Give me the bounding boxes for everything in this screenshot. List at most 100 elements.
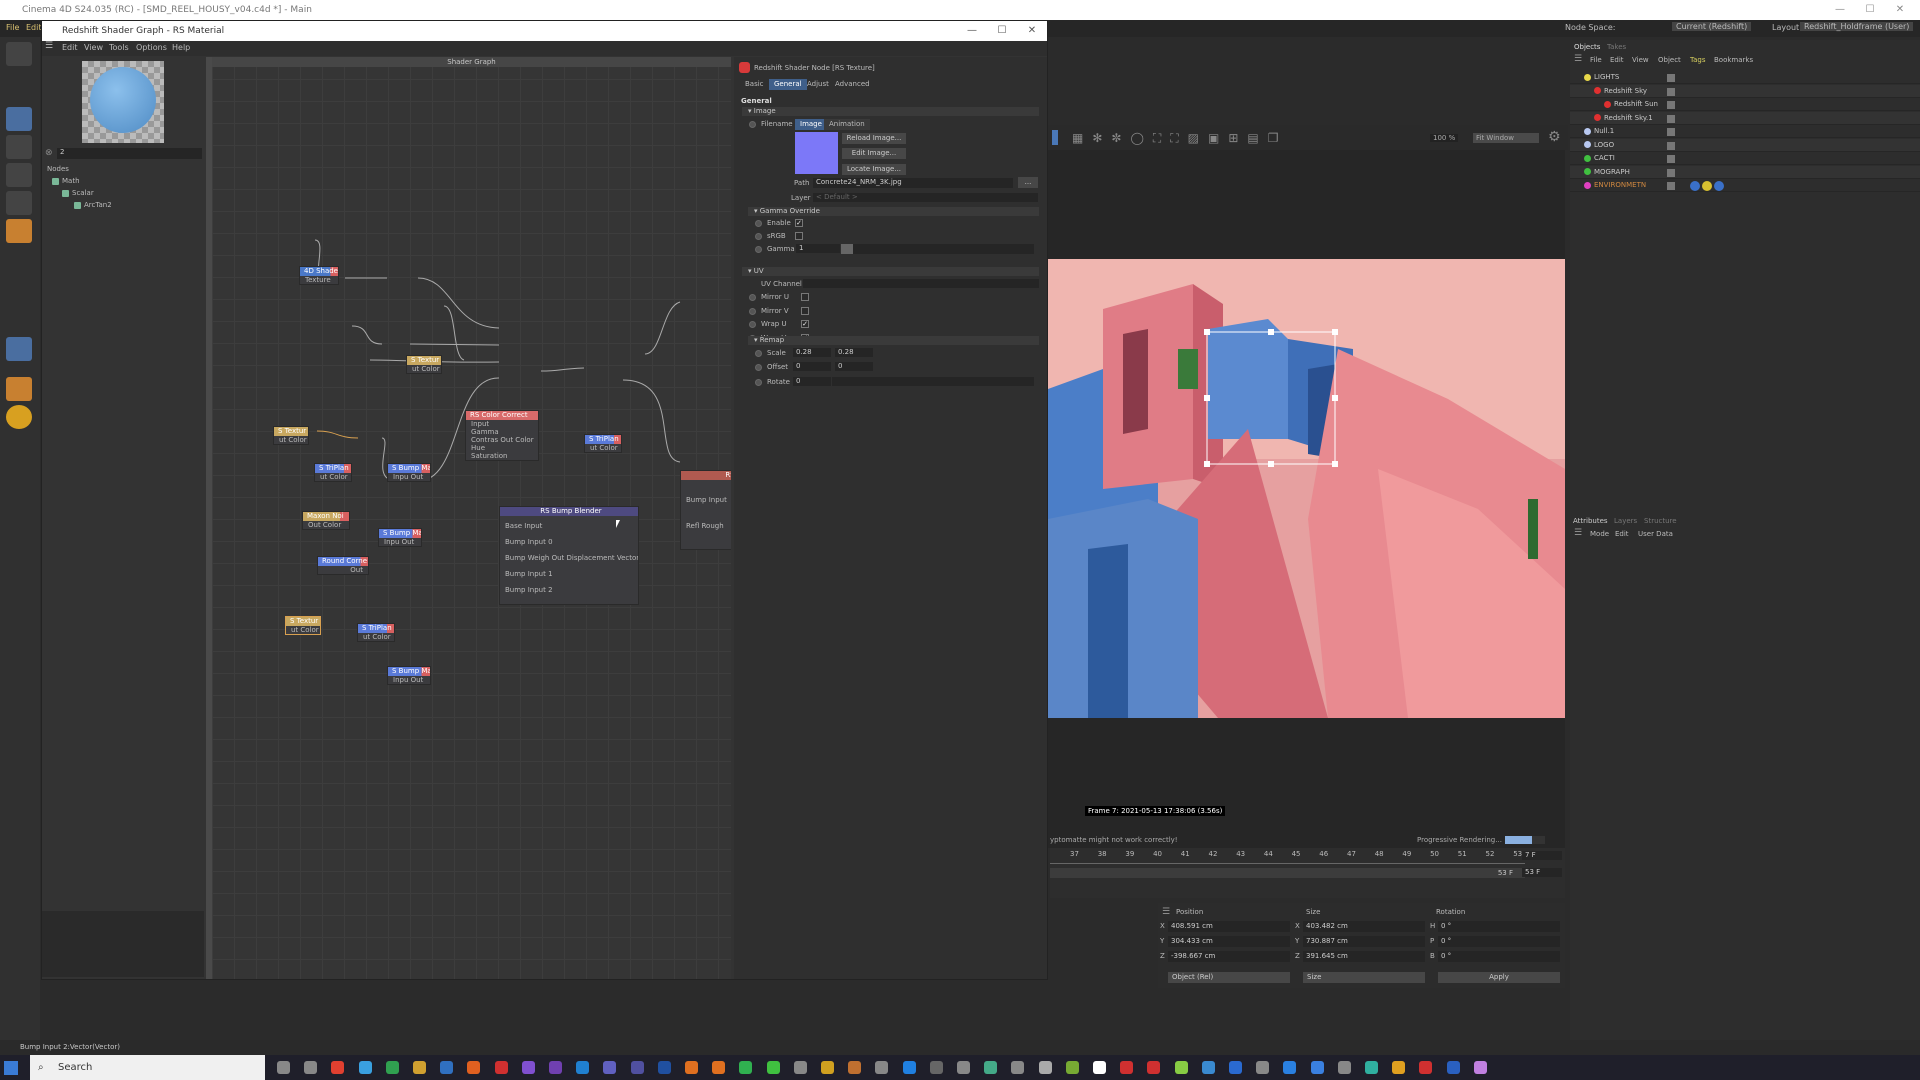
clear-search-icon[interactable]: ⊗ xyxy=(45,148,53,158)
reload-image-button[interactable]: Reload Image... xyxy=(842,133,906,144)
om-menu-item[interactable]: Tags xyxy=(1690,56,1706,64)
taskbar-app-icon[interactable] xyxy=(277,1061,290,1074)
visibility-toggle[interactable] xyxy=(1667,74,1675,82)
om-menu-item[interactable]: View xyxy=(1632,56,1649,64)
taskbar-app-icon[interactable] xyxy=(848,1061,862,1074)
taskbar-app-icon[interactable] xyxy=(576,1061,590,1074)
taskbar-app-icon[interactable] xyxy=(1229,1061,1242,1074)
object-row[interactable]: LOGO xyxy=(1570,138,1920,152)
layer-dropdown[interactable]: < Default > xyxy=(813,193,1038,202)
taskbar-app-icon[interactable] xyxy=(766,1061,780,1074)
node-port[interactable]: Inpu Out xyxy=(388,473,430,481)
node-port[interactable]: Contras Out Color xyxy=(466,436,538,444)
texture-icon[interactable] xyxy=(6,135,32,159)
taskbar-app-icon[interactable] xyxy=(440,1061,454,1074)
taskbar-app-icon[interactable] xyxy=(984,1061,998,1074)
object-row[interactable]: Redshift Sky.1 xyxy=(1570,111,1920,125)
node-triplanar-1[interactable]: S TriPlan ut Color xyxy=(314,463,352,482)
taskbar-app-icon[interactable] xyxy=(1337,1061,1351,1074)
windows-start-icon[interactable] xyxy=(4,1061,18,1075)
apply-button[interactable]: Apply xyxy=(1438,972,1560,983)
taskbar-app-icon[interactable] xyxy=(1174,1061,1188,1074)
animate-radio[interactable] xyxy=(749,121,756,128)
taskbar-app-icon[interactable] xyxy=(358,1061,372,1074)
menu-user-data[interactable]: User Data xyxy=(1638,530,1673,538)
srgb-checkbox[interactable] xyxy=(795,232,803,240)
animate-radio[interactable] xyxy=(755,220,762,227)
taskbar-app-icon[interactable] xyxy=(1201,1061,1215,1074)
visibility-toggle[interactable] xyxy=(1667,128,1675,136)
node-port[interactable]: Out xyxy=(318,566,368,574)
points-icon[interactable] xyxy=(6,163,32,187)
node-texture-1[interactable]: S Textur ut Color xyxy=(406,355,442,374)
tab-basic[interactable]: Basic xyxy=(740,79,769,90)
visibility-toggle[interactable] xyxy=(1667,114,1675,123)
menu-edit[interactable]: Edit xyxy=(62,43,78,52)
menu-edit[interactable]: Edit xyxy=(26,23,42,32)
node-port[interactable]: Bump Input 1 xyxy=(500,570,638,586)
node-port[interactable]: Bump Input 2 xyxy=(500,586,638,602)
taskbar-app-icon[interactable] xyxy=(1283,1061,1297,1074)
gamma-slider[interactable] xyxy=(841,244,1034,254)
node-bump-map-3[interactable]: S Bump Ma Inpu Out xyxy=(387,666,431,685)
node-rs-material[interactable]: RS I Bump InputRefl Rough xyxy=(680,470,731,550)
tab-objects[interactable]: Objects xyxy=(1574,43,1600,51)
pos-value-input[interactable]: -398.667 cm xyxy=(1168,951,1290,962)
subtab-image[interactable]: Image xyxy=(795,119,827,130)
menu-options[interactable]: Options xyxy=(136,43,167,52)
taskbar-app-icon[interactable] xyxy=(549,1061,562,1074)
menu-tools[interactable]: Tools xyxy=(109,43,129,52)
menu-icon[interactable]: ☰ xyxy=(1162,907,1170,917)
taskbar-app-icon[interactable] xyxy=(793,1061,807,1074)
pos-value-input[interactable]: 304.433 cm xyxy=(1168,936,1290,947)
taskbar-app-icon[interactable] xyxy=(603,1061,617,1074)
node-port[interactable]: ut Color xyxy=(407,365,441,373)
taskbar-app-icon[interactable] xyxy=(1011,1061,1025,1074)
om-menu-item[interactable]: Object xyxy=(1658,56,1681,64)
uv-section-header[interactable]: ▾ UV xyxy=(742,267,1039,276)
tree-item-math[interactable]: Math xyxy=(52,177,80,185)
menu-icon[interactable]: ☰ xyxy=(1574,528,1582,538)
menu-help[interactable]: Help xyxy=(172,43,190,52)
snap-icon[interactable] xyxy=(6,337,32,361)
polygons-icon[interactable] xyxy=(6,219,32,243)
object-row[interactable]: CACTI xyxy=(1570,152,1920,165)
end-frame-field[interactable]: 53 F xyxy=(1522,868,1562,877)
taskbar-app-icon[interactable] xyxy=(1310,1061,1324,1074)
node-port[interactable]: Saturation xyxy=(466,452,538,460)
node-port[interactable]: ut Color xyxy=(358,633,394,641)
node-texture-3[interactable]: S Textur ut Color xyxy=(285,616,321,635)
fit-dropdown[interactable]: Fit Window xyxy=(1473,133,1539,143)
animate-radio[interactable] xyxy=(755,350,762,357)
animate-radio[interactable] xyxy=(749,307,756,315)
path-input[interactable]: Concrete24_NRM_3K.jpg xyxy=(813,178,1013,188)
tab-layers[interactable]: Layers xyxy=(1614,517,1637,525)
taskbar-app-icon[interactable] xyxy=(657,1061,671,1074)
frame-range-bar[interactable]: 53 F xyxy=(1050,868,1525,878)
node-4d-shader[interactable]: 4D Shade Texture xyxy=(299,266,339,285)
rotate-input[interactable]: 0 xyxy=(793,377,831,386)
taskbar-app-icon[interactable] xyxy=(1120,1061,1134,1074)
zoom-field[interactable]: 100 % xyxy=(1430,134,1459,142)
cube-icon[interactable] xyxy=(6,107,32,131)
tab-attributes[interactable]: Attributes xyxy=(1573,517,1608,525)
taskbar-app-icon[interactable] xyxy=(467,1061,481,1074)
visibility-toggle[interactable] xyxy=(1667,101,1675,109)
sg-close-button[interactable]: ✕ xyxy=(1017,21,1047,41)
close-button[interactable]: ✕ xyxy=(1885,0,1915,20)
sg-maximize-button[interactable]: ☐ xyxy=(987,21,1017,41)
mirror-v-checkbox[interactable] xyxy=(801,306,809,315)
node-port[interactable]: Inpu Out xyxy=(379,538,421,546)
node-port[interactable]: Input xyxy=(466,420,538,428)
view-tool-icons[interactable]: ▦✻✼◯⛶⛶▨▣⊞▤❐ xyxy=(1072,131,1288,146)
taskbar-app-icon[interactable] xyxy=(494,1061,508,1074)
node-color-correct[interactable]: RS Color Correct Input Gamma Contras Out Co… xyxy=(465,410,539,461)
remap-section-header[interactable]: ▾ Remap xyxy=(748,336,1039,345)
render-button[interactable] xyxy=(1052,130,1058,145)
timeline[interactable]: 37 38 39 40 41 42 43 44 45 46 47 48 49 50 51 52 53 53 F … xyxy=(1050,848,1565,898)
menu-mode[interactable]: Mode xyxy=(1590,530,1609,538)
node-search-input[interactable]: 2 xyxy=(57,148,202,159)
node-port[interactable]: ut Color xyxy=(286,626,320,634)
scale-y-input[interactable]: 0.28 xyxy=(835,348,873,357)
animate-radio[interactable] xyxy=(749,294,756,301)
